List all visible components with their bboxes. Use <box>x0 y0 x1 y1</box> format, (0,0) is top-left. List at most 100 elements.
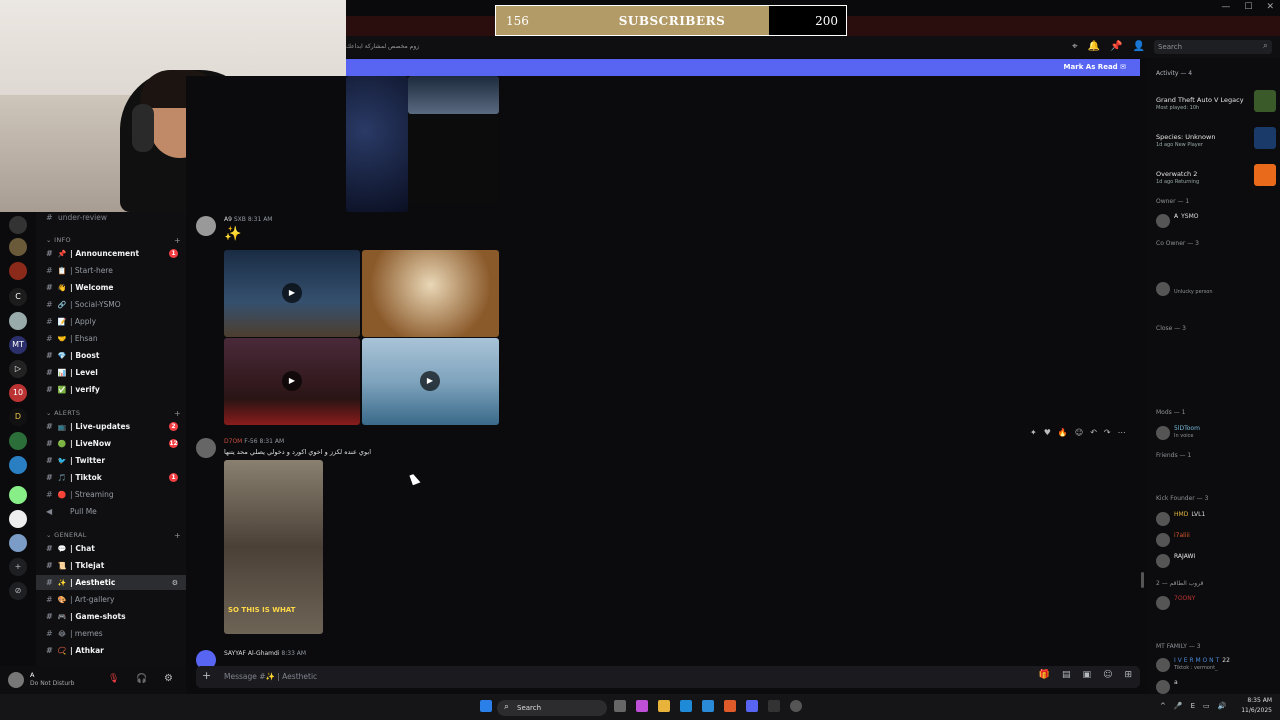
mark-as-read-button[interactable]: Mark As Read ✉ <box>1064 63 1126 71</box>
members-icon[interactable]: 👤 <box>1133 41 1145 52</box>
bell-icon[interactable]: 🔔 <box>1088 41 1100 52</box>
message-author[interactable]: SAYYAF Al-Ghamdi <box>224 650 280 657</box>
channel-item[interactable]: # 📋 | Start-here <box>36 263 186 278</box>
settings-gear-icon[interactable]: ⚙ <box>164 673 173 684</box>
store-icon[interactable] <box>702 700 714 712</box>
server-icon[interactable]: C <box>9 288 27 306</box>
server-icon[interactable]: MT <box>9 336 27 354</box>
play-icon[interactable]: ▶ <box>420 371 440 391</box>
channel-under-review[interactable]: # under-review <box>36 212 186 222</box>
avatar[interactable] <box>196 438 216 458</box>
play-icon[interactable]: ▶ <box>282 371 302 391</box>
scrollbar-thumb[interactable] <box>1141 572 1144 588</box>
avatar[interactable] <box>196 216 216 236</box>
play-icon[interactable]: ▶ <box>282 283 302 303</box>
channel-item[interactable]: # ✨ | Aesthetic ⚙ <box>36 575 186 590</box>
image-attachment[interactable] <box>408 116 499 202</box>
activity-card[interactable]: Grand Theft Auto V Legacy Most played: 10… <box>1154 86 1276 118</box>
member-item[interactable]: 7OONY <box>1156 594 1278 610</box>
server-icon[interactable] <box>9 262 27 280</box>
server-icon[interactable] <box>9 534 27 552</box>
obs-icon[interactable] <box>768 700 780 712</box>
avatar[interactable] <box>8 672 24 688</box>
close-button[interactable]: ✕ <box>1266 2 1274 12</box>
server-icon[interactable]: D <box>9 408 27 426</box>
image-attachment[interactable] <box>346 76 408 212</box>
category-info[interactable]: ⌄ INFO + <box>46 236 181 245</box>
channel-item[interactable]: # 📌 | Announcement 1 <box>36 246 186 261</box>
taskbar-search[interactable]: ⌕ Search <box>497 700 607 716</box>
server-icon[interactable] <box>9 432 27 450</box>
channel-item[interactable]: # 💬 | Chat <box>36 541 186 556</box>
member-item[interactable]: a <box>1156 678 1278 694</box>
gift-icon[interactable]: 🎁 <box>1039 670 1050 680</box>
discover-icon[interactable]: ⊘ <box>9 582 27 600</box>
chevron-up-icon[interactable]: ^ <box>1160 702 1166 710</box>
channel-item[interactable]: # 📝 | Apply <box>36 314 186 329</box>
gif-icon[interactable]: ▤ <box>1062 670 1071 680</box>
channel-item[interactable]: # 🎮 | Game-shots <box>36 609 186 624</box>
server-icon[interactable] <box>9 510 27 528</box>
network-icon[interactable]: ▭ <box>1203 702 1210 710</box>
member-item[interactable]: 5lDToom In voice <box>1156 424 1278 440</box>
server-icon[interactable] <box>9 312 27 330</box>
server-icon[interactable]: ▷ <box>9 360 27 378</box>
app-icon[interactable]: ✦ <box>1030 428 1037 437</box>
add-server-icon[interactable]: + <box>9 558 27 576</box>
pin-icon[interactable]: 📌 <box>1110 41 1122 52</box>
channel-item[interactable]: # 📿 | Athkar <box>36 643 186 658</box>
chrome-icon[interactable] <box>790 700 802 712</box>
more-icon[interactable]: ⋯ <box>1118 428 1126 437</box>
image-attachment[interactable] <box>408 76 499 114</box>
threads-icon[interactable]: ⌖ <box>1072 41 1078 52</box>
heart-reaction-icon[interactable]: ♥ <box>1044 428 1051 437</box>
image-attachment[interactable] <box>362 250 499 337</box>
channel-item[interactable]: # 🎵 | Tiktok 1 <box>36 470 186 485</box>
channel-item[interactable]: # ✅ | verify <box>36 382 186 397</box>
member-item[interactable]: Unlucky person <box>1156 280 1278 296</box>
member-item[interactable]: i7aliii <box>1156 531 1278 547</box>
video-attachment[interactable]: ▶ <box>362 338 499 425</box>
add-reaction-icon[interactable]: ☺ <box>1075 428 1083 437</box>
start-icon[interactable] <box>480 700 492 712</box>
mic-icon[interactable]: 🎤 <box>1174 702 1183 710</box>
server-icon[interactable] <box>9 486 27 504</box>
video-attachment[interactable]: ▶ <box>224 250 360 337</box>
activity-card[interactable]: Species: Unknown 1d ago New Player <box>1154 123 1276 155</box>
channel-item[interactable]: # 😂 | memes <box>36 626 186 641</box>
mute-icon[interactable]: 🎙 <box>108 674 119 684</box>
language-icon[interactable]: E <box>1191 702 1195 710</box>
maximize-button[interactable]: ☐ <box>1244 2 1252 12</box>
reply-icon[interactable]: ↶ <box>1090 428 1097 437</box>
channel-item[interactable]: ◀ Pull Me <box>36 504 186 519</box>
video-attachment[interactable]: ▶ <box>224 338 360 425</box>
copilot-icon[interactable] <box>636 700 648 712</box>
add-channel-icon[interactable]: + <box>174 409 181 418</box>
task-view-icon[interactable] <box>614 700 626 712</box>
activity-card[interactable]: Overwatch 2 1d ago Returning <box>1154 160 1276 192</box>
server-icon[interactable] <box>9 238 27 256</box>
minimize-button[interactable]: — <box>1221 2 1230 12</box>
channel-item[interactable]: # 💎 | Boost <box>36 348 186 363</box>
video-attachment[interactable]: SO THIS IS WHAT <box>224 460 323 634</box>
forward-icon[interactable]: ↷ <box>1104 428 1111 437</box>
channel-item[interactable]: # 🎨 | Art-gallery <box>36 592 186 607</box>
category-general[interactable]: ⌄ GENERAL + <box>46 531 181 540</box>
message-composer[interactable]: + Message #✨ | Aesthetic 🎁 ▤ ▣ ☺ ⊞ <box>196 666 1140 688</box>
member-item[interactable]: RAJAWI <box>1156 552 1278 568</box>
message-author[interactable]: A9 <box>224 216 232 223</box>
add-channel-icon[interactable]: + <box>174 531 181 540</box>
file-explorer-icon[interactable] <box>658 700 670 712</box>
channel-settings-icon[interactable]: ⚙ <box>172 579 178 587</box>
channel-item[interactable]: # 📺 | Live-updates 2 <box>36 419 186 434</box>
apps-icon[interactable]: ⊞ <box>1124 670 1132 680</box>
server-icon[interactable]: 10 <box>9 384 27 402</box>
brave-icon[interactable] <box>724 700 736 712</box>
member-item[interactable]: A YSMO <box>1156 212 1278 228</box>
member-item[interactable]: HMD LVL1 <box>1156 510 1278 526</box>
fire-reaction-icon[interactable]: 🔥 <box>1058 428 1068 437</box>
channel-item[interactable]: # 🟢 | LiveNow 12 <box>36 436 186 451</box>
new-messages-banner[interactable]: Mark As Read ✉ <box>346 59 1140 76</box>
channel-item[interactable]: # 🐦 | Twitter <box>36 453 186 468</box>
channel-item[interactable]: # 📊 | Level <box>36 365 186 380</box>
